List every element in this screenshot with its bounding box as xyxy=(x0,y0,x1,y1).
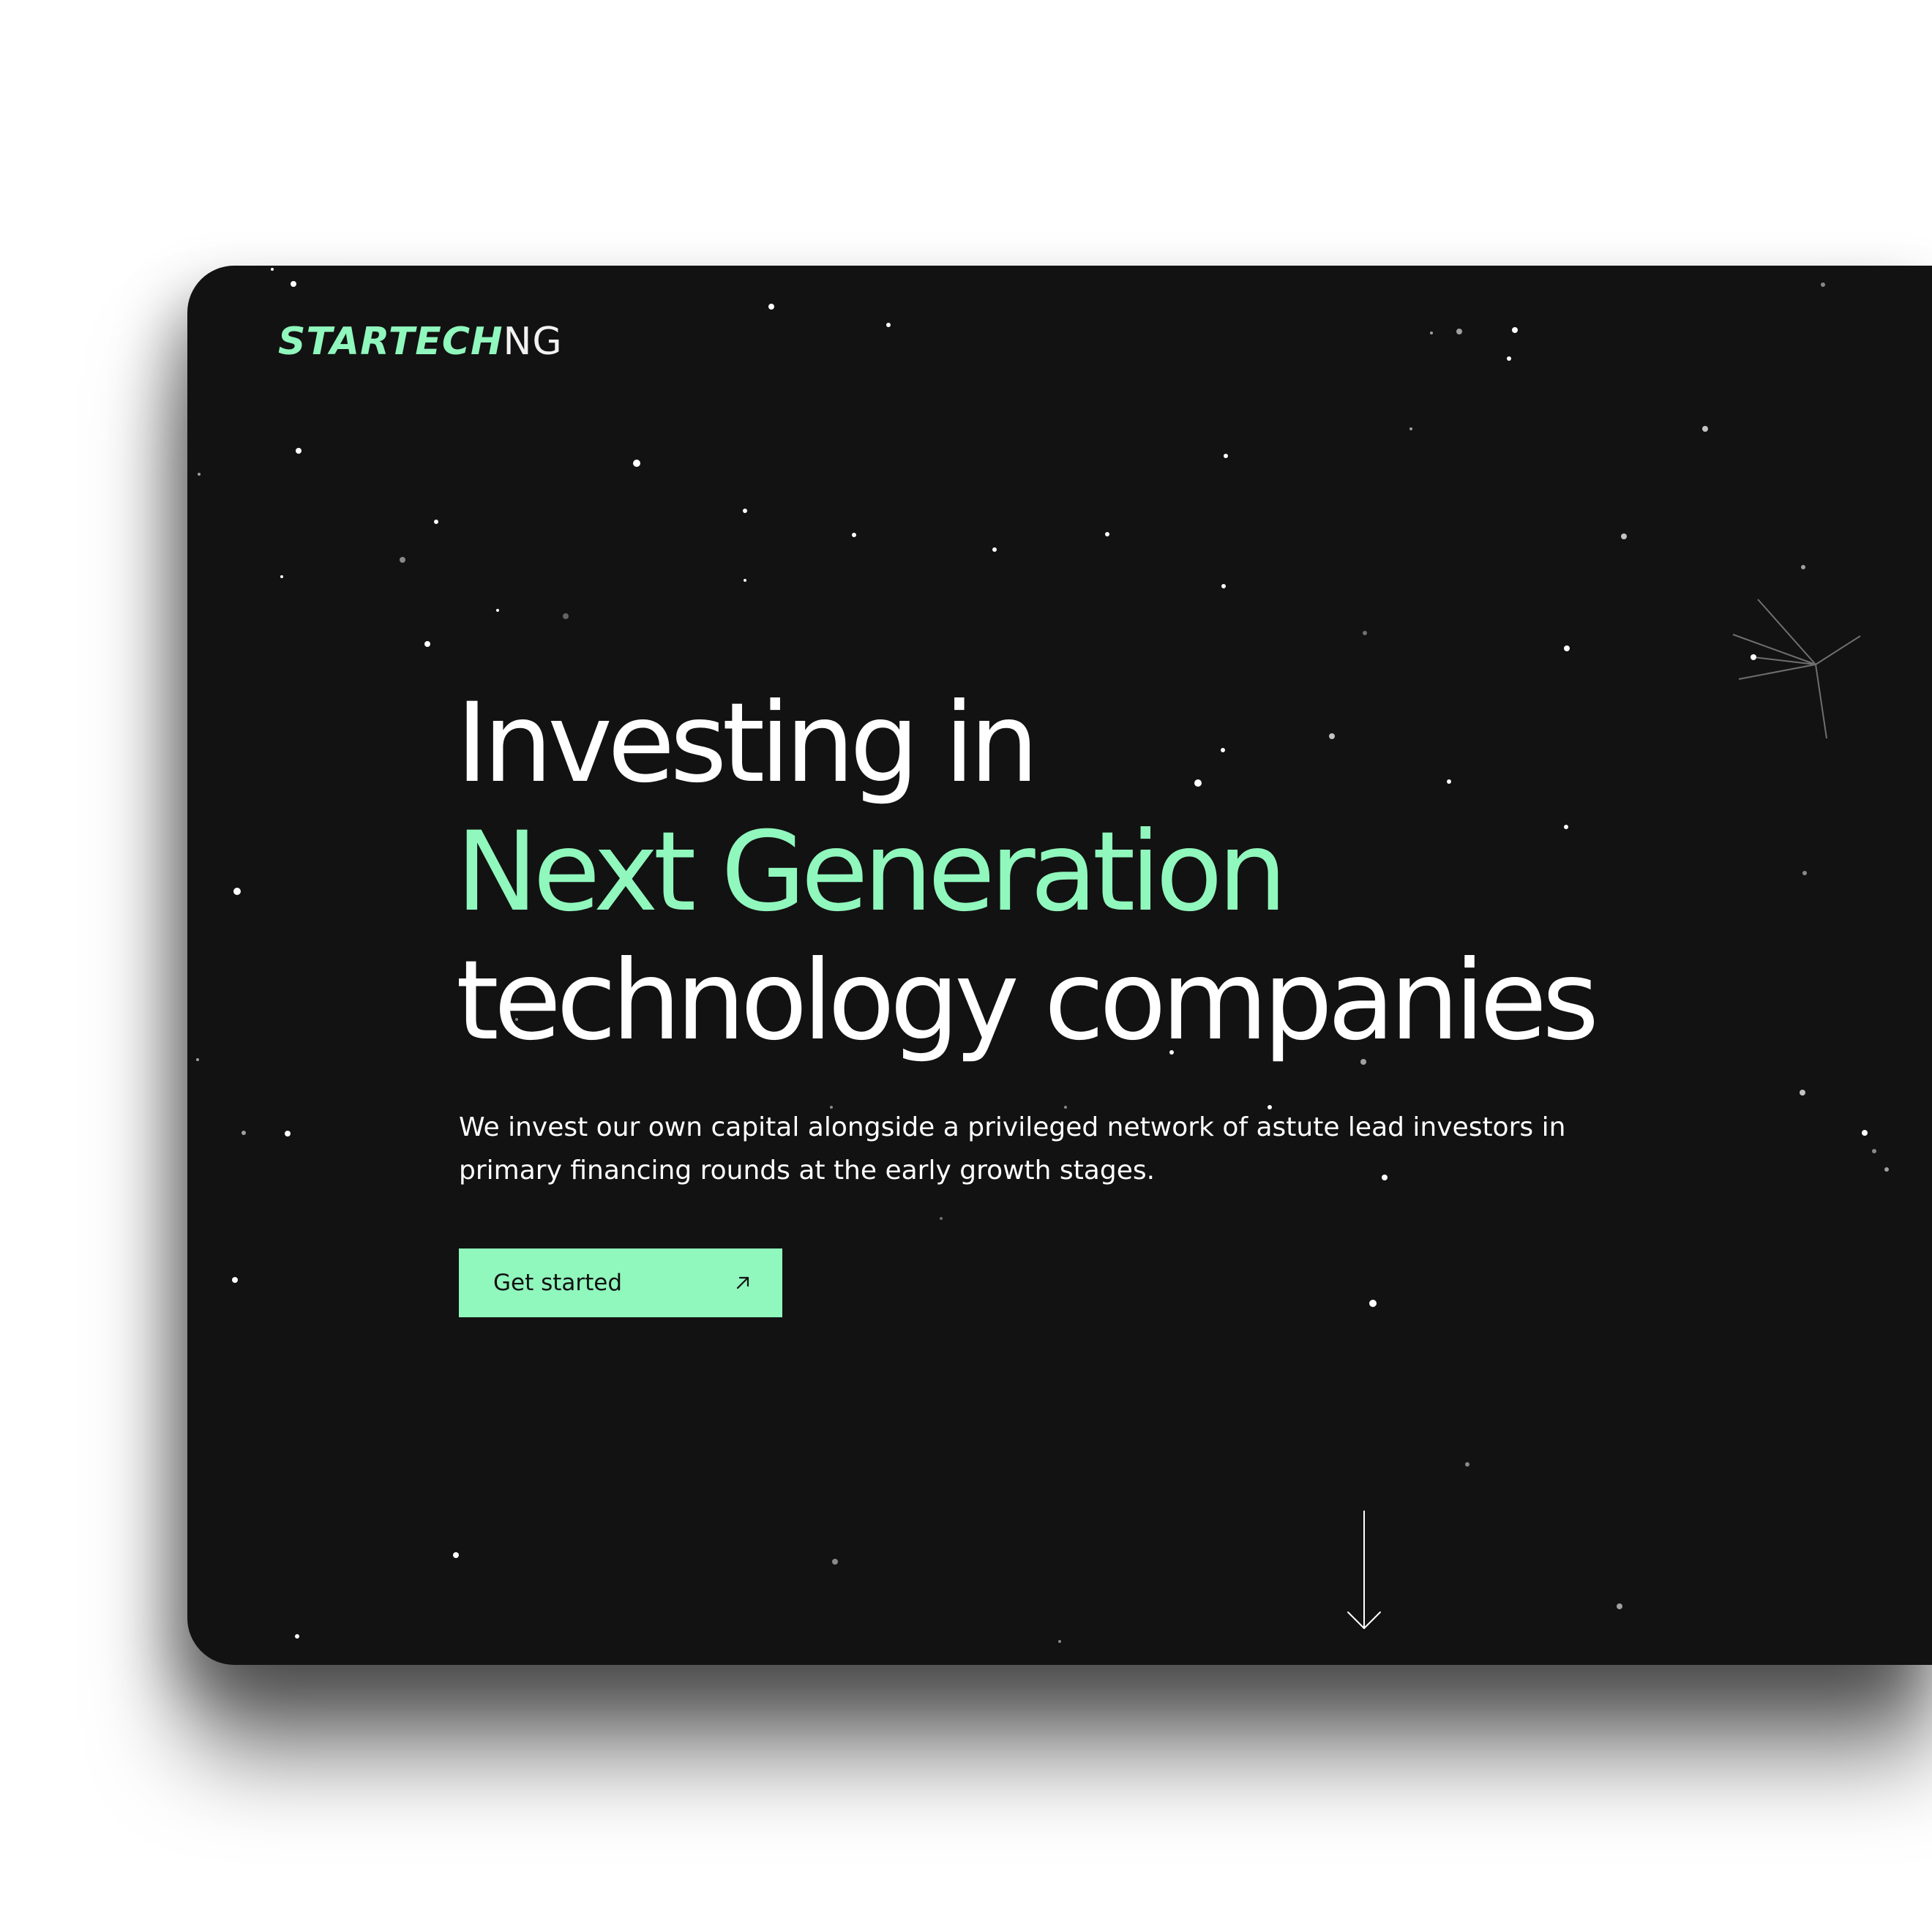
headline-line-2: Next Generation xyxy=(456,809,1287,936)
brand-logo[interactable]: STARTECHNG xyxy=(278,323,563,361)
headline-line-3: technology companies xyxy=(456,937,1599,1065)
get-started-button[interactable]: Get started xyxy=(459,1248,782,1317)
constellation-decoration xyxy=(1732,599,1861,739)
arrow-down-icon[interactable] xyxy=(1342,1510,1386,1631)
brand-name-light: NG xyxy=(503,320,563,364)
brand-name-bold: STARTECH xyxy=(278,320,503,364)
headline-line-1: Investing in xyxy=(456,680,1039,807)
arrow-up-right-icon xyxy=(736,1276,749,1289)
get-started-label: Get started xyxy=(493,1270,623,1296)
hero-section: STARTECHNG Investing in Next Generation … xyxy=(187,266,1932,1665)
hero-subtitle: We invest our own capital alongside a pr… xyxy=(459,1112,1566,1186)
hero-headline: Investing in Next Generation technology … xyxy=(456,679,1599,1066)
